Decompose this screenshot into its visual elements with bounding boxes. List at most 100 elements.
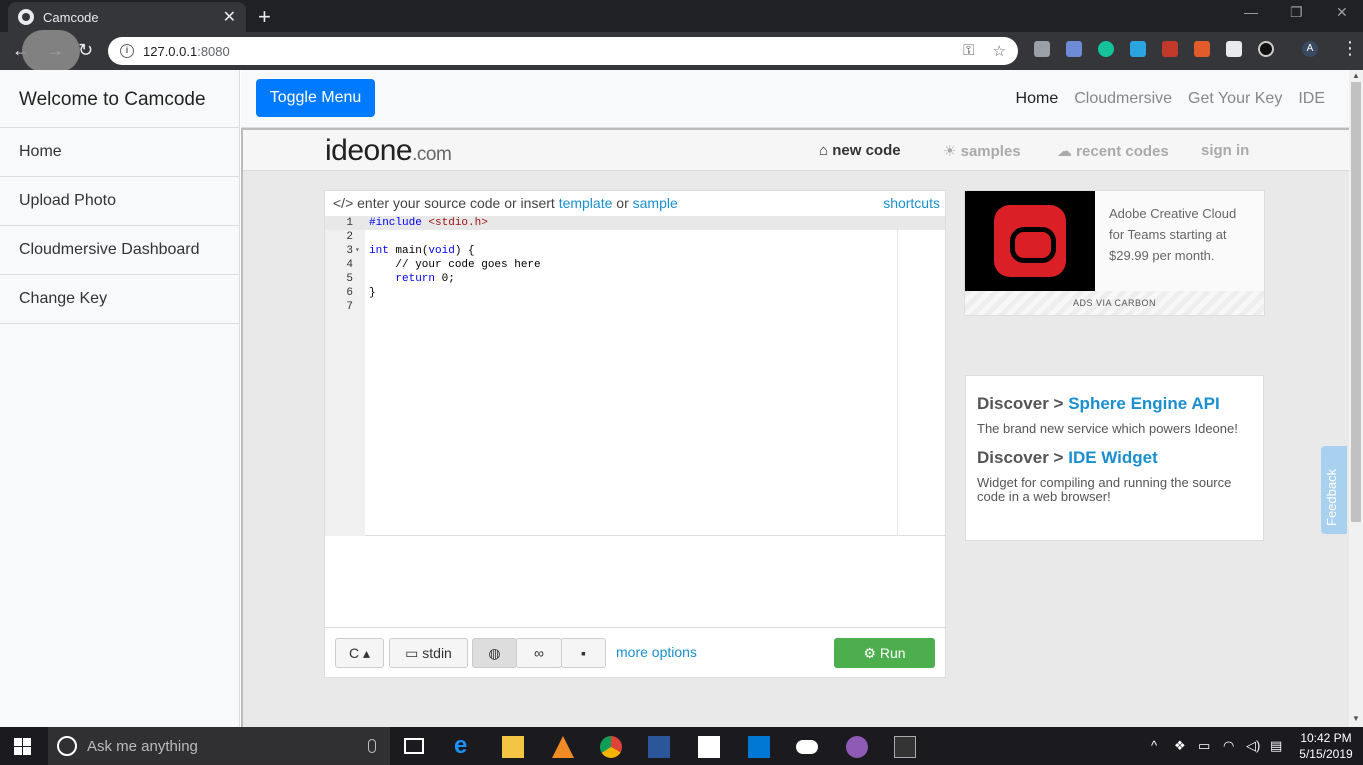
url-host: 127.0.0.1 (143, 43, 198, 59)
close-tab-icon[interactable]: ✕ (223, 7, 236, 27)
grammarly-extension-icon[interactable] (1098, 41, 1114, 57)
chrome-icon[interactable] (600, 736, 622, 758)
task-view-icon[interactable] (404, 738, 424, 754)
scroll-up-icon[interactable]: ▲ (1352, 71, 1360, 80)
sample-link[interactable]: sample (633, 195, 678, 211)
ads-via-carbon-link[interactable]: ADS VIA CARBON (965, 291, 1264, 315)
volume-icon[interactable]: ◁) (1246, 738, 1260, 754)
show-hidden-icons-icon[interactable]: ^ (1151, 738, 1157, 753)
template-link[interactable]: template (559, 195, 613, 211)
sidebar-item-upload-photo[interactable]: Upload Photo (0, 177, 239, 226)
nav-link-ide[interactable]: IDE (1298, 90, 1325, 108)
minimize-icon[interactable]: — (1244, 4, 1258, 20)
menu-dots-icon[interactable]: ⋮ (1341, 38, 1359, 59)
cloud-overlay-icon (22, 30, 80, 72)
browser-tab[interactable]: Camcode ✕ (8, 2, 246, 32)
code-icon: </> (333, 195, 358, 211)
edge-icon[interactable]: e (454, 732, 476, 759)
feedback-tab[interactable]: Feedback (1321, 446, 1347, 534)
profile-avatar[interactable]: A (1302, 41, 1318, 57)
new-tab-icon[interactable]: + (258, 4, 271, 30)
sphere-engine-link[interactable]: Sphere Engine API (1068, 394, 1219, 413)
lock-icon: ▪ (581, 645, 586, 661)
language-select-button[interactable]: C ▴ (335, 638, 384, 668)
ide-widget-link[interactable]: IDE Widget (1068, 448, 1158, 467)
nav-link-home[interactable]: Home (1016, 90, 1059, 108)
hidden-visibility-button[interactable]: ∞ (516, 638, 562, 668)
browser-tab-bar: Camcode ✕ + — ❐ ✕ (0, 0, 1363, 32)
vlc-icon[interactable] (552, 736, 574, 758)
wifi-icon[interactable]: ◠ (1223, 738, 1234, 754)
ad-text[interactable]: Adobe Creative Cloud for Teams starting … (1109, 203, 1254, 266)
puzzle-extension-icon[interactable] (1066, 41, 1082, 57)
private-visibility-button[interactable]: ▪ (561, 638, 606, 668)
adobe-cc-logo-icon (994, 205, 1066, 277)
code-line: 2 (346, 231, 353, 243)
key-icon[interactable]: ⚿ (963, 42, 974, 60)
slides-extension-icon[interactable] (1194, 41, 1210, 57)
gears-icon: ⚙ (863, 645, 880, 661)
bookmark-star-icon[interactable]: ☆ (993, 42, 1006, 60)
sidebar-item-home[interactable]: Home (0, 128, 239, 177)
microphone-icon[interactable] (368, 739, 376, 753)
discover-description: The brand new service which powers Ideon… (977, 421, 1238, 436)
terminal-icon[interactable] (894, 736, 916, 758)
cloud-extension-icon[interactable] (1258, 41, 1274, 57)
ide-nav-sign-in[interactable]: sign in (1201, 142, 1249, 159)
file-explorer-icon[interactable] (502, 736, 524, 758)
nav-link-get-your-key[interactable]: Get Your Key (1188, 90, 1282, 108)
code-line: 1 #include <stdio.h> (346, 217, 488, 229)
glasses-icon: ∞ (534, 645, 544, 661)
carbon-ad[interactable]: Adobe Creative Cloud for Teams starting … (964, 190, 1265, 316)
discover-description: Widget for compiling and running the sou… (977, 475, 1232, 504)
code-line: 7 (346, 301, 353, 313)
windows-start-icon[interactable] (14, 738, 31, 755)
more-options-link[interactable]: more options (616, 644, 697, 660)
ideone-logo[interactable]: ideone.com (325, 134, 452, 168)
ide-nav-recent-codes[interactable]: ☁ recent codes (1057, 142, 1169, 160)
ide-nav-samples[interactable]: ☀ samples (943, 142, 1021, 160)
code-line: 6} (346, 287, 376, 299)
barcode-extension-icon[interactable] (1226, 41, 1242, 57)
vscode-icon[interactable] (748, 736, 770, 758)
toggle-menu-button[interactable]: Toggle Menu (256, 79, 375, 117)
public-visibility-button[interactable]: ◍ (472, 638, 517, 668)
code-editor-panel: </> enter your source code or insert tem… (324, 190, 946, 678)
shortcuts-link[interactable]: shortcuts (883, 195, 940, 211)
camera-extension-icon[interactable] (1034, 41, 1050, 57)
sidebar-item-change-key[interactable]: Change Key (0, 275, 239, 324)
battery-icon[interactable]: ▭ (1198, 738, 1210, 754)
pdf-extension-icon[interactable] (1162, 41, 1178, 57)
github-desktop-icon[interactable] (846, 736, 868, 758)
action-center-icon[interactable]: ▤ (1270, 738, 1282, 754)
code-line: 3 ▾ int main(void) { (346, 244, 475, 258)
ideone-header: ideone.com ⌂ new code ☀ samples ☁ recent… (243, 130, 1349, 171)
url-port: :8080 (197, 43, 230, 59)
restore-icon[interactable]: ❐ (1290, 4, 1303, 21)
fold-arrow-icon[interactable]: ▾ (355, 244, 360, 258)
run-button[interactable]: ⚙ Run (834, 638, 935, 668)
word-icon[interactable] (648, 736, 670, 758)
ide-nav-new-code[interactable]: ⌂ new code (819, 142, 901, 159)
site-info-icon[interactable]: i (120, 44, 134, 58)
address-bar[interactable]: i 127.0.0.1:8080 ⚿ ☆ (108, 37, 1018, 65)
sidebar-item-cloudmersive-dashboard[interactable]: Cloudmersive Dashboard (0, 226, 239, 275)
scrollbar-thumb[interactable] (1351, 82, 1361, 522)
discover-panel: Discover > Sphere Engine API The brand n… (965, 375, 1264, 541)
code-line: 5 return 0; (346, 273, 455, 285)
nav-link-cloudmersive[interactable]: Cloudmersive (1074, 90, 1172, 108)
code-editor[interactable]: 1 #include <stdio.h> 2 3 ▾ int main(void) {… (325, 216, 945, 536)
cortana-icon (57, 736, 77, 756)
page-scrollbar[interactable]: ▲ ▼ (1349, 70, 1363, 727)
store-icon[interactable] (698, 736, 720, 758)
window-close-icon[interactable]: ✕ (1336, 4, 1348, 21)
dropbox-icon[interactable]: ❖ (1174, 738, 1186, 754)
scroll-down-icon[interactable]: ▼ (1352, 714, 1360, 723)
system-clock[interactable]: 10:42 PM 5/15/2019 (1296, 730, 1356, 762)
onedrive-icon[interactable] (796, 740, 818, 754)
cortana-search-input[interactable]: Ask me anything (48, 727, 390, 765)
screenshot-extension-icon[interactable] (1130, 41, 1146, 57)
stdin-button[interactable]: ▭ stdin (389, 638, 468, 668)
reload-icon[interactable]: ↻ (78, 40, 93, 61)
home-icon: ⌂ (819, 142, 833, 159)
